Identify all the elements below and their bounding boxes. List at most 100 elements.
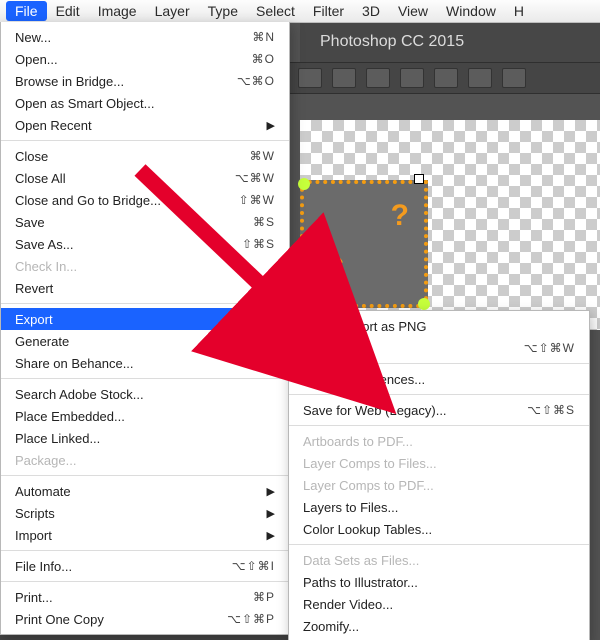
menu-item-label: Render Video... [303,597,575,612]
export-menu-item[interactable]: Color Lookup Tables... [289,518,589,540]
file-menu-item[interactable]: Close⌘W [1,145,289,167]
file-menu-item[interactable]: Place Embedded... [1,405,289,427]
tool-button[interactable] [298,68,322,88]
app-title-bar: Photoshop CC 2015 [300,22,600,62]
menu-item-label: Browse in Bridge... [15,74,237,89]
menubar-item-window[interactable]: Window [437,1,505,21]
file-menu-item[interactable]: Generate▶ [1,330,289,352]
menu-item-label: Open... [15,52,252,67]
submenu-arrow-icon: ▶ [267,507,275,520]
file-menu-item[interactable]: File Info...⌥⇧⌘I [1,555,289,577]
export-menu-separator [289,363,589,364]
menu-item-label: Paths to Illustrator... [303,575,575,590]
menu-item-shortcut: ⌥⌘O [237,74,275,88]
file-menu-item[interactable]: Print...⌘P [1,586,289,608]
menubar-item-edit[interactable]: Edit [47,1,89,21]
menubar-item-image[interactable]: Image [89,1,146,21]
menu-item-label: Open as Smart Object... [15,96,275,111]
menu-item-label: File Info... [15,559,232,574]
tool-button[interactable] [366,68,390,88]
menu-item-shortcut: ⌘N [252,30,275,44]
file-menu-item[interactable]: Export▶ [1,308,289,330]
file-menu-item[interactable]: Open Recent▶ [1,114,289,136]
canvas-glyph-question: ? [391,199,409,233]
file-menu-item[interactable]: New...⌘N [1,26,289,48]
file-menu-item[interactable]: Print One Copy⌥⇧⌘P [1,608,289,630]
export-menu-item: Data Sets as Files... [289,549,589,571]
menubar-item-select[interactable]: Select [247,1,304,21]
menu-item-label: Generate [15,334,261,349]
app-title: Photoshop CC 2015 [320,33,464,51]
menubar-item-type[interactable]: Type [199,1,247,21]
menu-item-label: Search Adobe Stock... [15,387,275,402]
export-menu-item[interactable]: Layers to Files... [289,496,589,518]
tool-button[interactable] [332,68,356,88]
tool-button[interactable] [502,68,526,88]
menu-item-label: Export As... [303,341,524,356]
export-menu-item[interactable]: Render Video... [289,593,589,615]
menubar-item-view[interactable]: View [389,1,437,21]
menu-item-label: Share on Behance... [15,356,275,371]
export-submenu: Quick Export as PNGExport As...⌥⇧⌘WExpor… [288,310,590,640]
file-menu-item[interactable]: Automate ▶ [1,480,289,502]
file-menu-item[interactable]: Open...⌘O [1,48,289,70]
file-menu-item[interactable]: Import▶ [1,524,289,546]
menu-item-shortcut: ⇧⌘W [239,193,275,207]
export-menu-item[interactable]: Quick Export as PNG [289,315,589,337]
file-menu-item: Package... [1,449,289,471]
file-menu-separator [1,475,289,476]
menu-item-shortcut: ⌥⇧⌘W [524,341,575,355]
menu-item-label: Automate [15,484,261,499]
menu-item-shortcut: ⇧⌘S [242,237,275,251]
export-menu-item: Layer Comps to Files... [289,452,589,474]
menu-item-shortcut: ⌘W [250,149,275,163]
menubar-item-3d[interactable]: 3D [353,1,389,21]
selected-layer[interactable]: ? G [300,180,428,308]
export-menu-item[interactable]: Zoomify... [289,615,589,637]
menu-item-shortcut: ⌘O [252,52,275,66]
menu-item-shortcut: ⌥⇧⌘S [527,403,575,417]
photoshop-file-export-screenshot: Photoshop CC 2015 ? G FileEditImageLayer… [0,0,600,640]
file-menu-dropdown: New...⌘NOpen...⌘OBrowse in Bridge...⌥⌘OO… [0,22,290,635]
menu-item-shortcut: ⌥⇧⌘I [232,559,275,573]
canvas-glyph-g: G [312,246,346,296]
file-menu-item[interactable]: RevertF12 [1,277,289,299]
file-menu-item[interactable]: Share on Behance... [1,352,289,374]
file-menu-item[interactable]: Browse in Bridge...⌥⌘O [1,70,289,92]
menu-item-label: Layers to Files... [303,500,575,515]
submenu-arrow-icon: ▶ [267,529,275,542]
export-menu-item[interactable]: Export As...⌥⇧⌘W [289,337,589,359]
file-menu-item[interactable]: Search Adobe Stock... [1,383,289,405]
tool-button[interactable] [434,68,458,88]
file-menu-item[interactable]: Scripts▶ [1,502,289,524]
menu-item-label: Quick Export as PNG [303,319,575,334]
menubar-item-file[interactable]: File [6,1,47,21]
file-menu-item[interactable]: Close and Go to Bridge...⇧⌘W [1,189,289,211]
menu-item-label: Check In... [15,259,275,274]
mac-menubar: FileEditImageLayerTypeSelectFilter3DView… [0,0,600,23]
file-menu-separator [1,140,289,141]
file-menu-item[interactable]: Place Linked... [1,427,289,449]
tool-button[interactable] [400,68,424,88]
menu-item-label: Close [15,149,250,164]
menubar-item-filter[interactable]: Filter [304,1,353,21]
menu-item-shortcut: ⌥⇧⌘P [227,612,275,626]
export-menu-item[interactable]: Save for Web (Legacy)...⌥⇧⌘S [289,399,589,421]
submenu-arrow-icon: ▶ [267,485,275,498]
menu-item-label: Color Lookup Tables... [303,522,575,537]
transform-handle[interactable] [414,174,424,184]
export-menu-separator [289,394,589,395]
menubar-item-layer[interactable]: Layer [146,1,199,21]
export-menu-item[interactable]: Paths to Illustrator... [289,571,589,593]
file-menu-item[interactable]: Close All⌥⌘W [1,167,289,189]
menu-item-shortcut: ⌥⌘W [235,171,275,185]
file-menu-item[interactable]: Save As...⇧⌘S [1,233,289,255]
menu-item-label: Export Preferences... [303,372,575,387]
export-menu-item[interactable]: Export Preferences... [289,368,589,390]
file-menu-item[interactable]: Open as Smart Object... [1,92,289,114]
tool-button[interactable] [468,68,492,88]
menubar-item-h[interactable]: H [505,1,533,21]
file-menu-separator [1,378,289,379]
export-menu-item: Artboards to PDF... [289,430,589,452]
file-menu-item[interactable]: Save⌘S [1,211,289,233]
